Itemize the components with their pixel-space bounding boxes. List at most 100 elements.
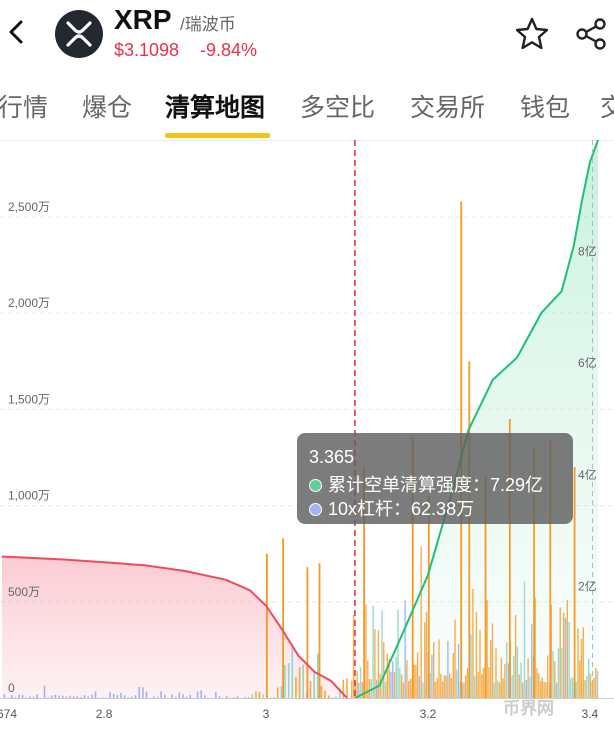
star-icon[interactable] <box>514 16 550 52</box>
liquidation-bar <box>450 678 453 698</box>
liquidation-bar <box>196 691 199 698</box>
liquidation-bar <box>185 696 188 698</box>
liquidation-bar <box>397 609 399 698</box>
liquidation-bar <box>408 681 410 698</box>
liquidation-bar <box>415 664 417 698</box>
tooltip-row-short: 累计空单清算强度：7.29亿 <box>309 471 543 497</box>
liquidation-bar <box>495 648 497 698</box>
liquidation-bar <box>134 695 137 698</box>
liquidation-bar <box>593 677 595 698</box>
tab-liquidations[interactable]: 爆仓 <box>82 88 132 124</box>
y-axis-right-tick: 6亿 <box>578 355 597 370</box>
liquidation-bar <box>142 687 144 698</box>
liquidation-bar <box>470 634 472 698</box>
liquidation-bar <box>571 677 574 698</box>
liquidation-spike-bar <box>266 553 268 698</box>
liquidation-bar <box>83 695 86 698</box>
liquidation-bar <box>566 600 568 698</box>
liquidation-bar <box>284 665 286 698</box>
price-change: -9.84% <box>200 40 258 60</box>
liquidation-bar <box>434 681 437 698</box>
liquidation-bar <box>65 696 68 698</box>
liquidation-bar <box>504 664 506 698</box>
liquidation-bar <box>399 668 401 698</box>
chart-tooltip: 3.365 累计空单清算强度：7.29亿 10x杠杆：62.38万 <box>297 433 573 524</box>
tab-exchanges[interactable]: 交易所 <box>410 88 485 124</box>
share-icon[interactable] <box>573 16 609 52</box>
liquidation-bar <box>413 664 415 698</box>
liquidation-bar <box>320 685 323 698</box>
liquidation-bar <box>472 588 474 698</box>
liquidation-bar <box>87 696 89 698</box>
liquidation-bar <box>404 600 406 698</box>
liquidation-bar <box>431 654 433 698</box>
liquidation-bar <box>3 694 6 698</box>
liquidation-bar <box>416 652 419 698</box>
liquidation-bar <box>72 696 75 698</box>
tab-trading-partial[interactable]: 交 <box>600 88 614 124</box>
liquidation-bar <box>491 623 494 698</box>
liquidation-bar <box>392 661 394 698</box>
liquidation-bar <box>473 676 476 698</box>
liquidation-bar <box>440 673 442 698</box>
liquidation-bar <box>178 692 181 698</box>
liquidation-bar <box>445 675 447 698</box>
liquidation-bar <box>531 624 533 698</box>
liquidation-bar <box>395 657 397 698</box>
liquidation-bar <box>381 610 383 698</box>
x-axis-tick: 3.4 <box>582 707 599 721</box>
liquidation-bar <box>182 694 184 698</box>
liquidation-bar <box>102 697 104 698</box>
liquidation-bar <box>218 696 221 698</box>
liquidation-bar <box>433 642 435 698</box>
liquidation-bar <box>500 657 503 698</box>
y-axis-left-tick: 2,000万 <box>8 296 50 310</box>
liquidation-bar <box>280 686 283 698</box>
tooltip-row-leverage: 10x杠杆：62.38万 <box>309 495 474 521</box>
tab-wallets[interactable]: 钱包 <box>520 88 570 124</box>
liquidation-bar <box>486 600 488 698</box>
liquidation-bar <box>438 639 440 698</box>
liquidation-bar <box>276 687 279 698</box>
liquidation-bar <box>406 660 408 698</box>
liquidation-bar <box>393 672 396 698</box>
liquidation-bar <box>331 697 334 698</box>
liquidation-spike-bar <box>573 467 576 698</box>
liquidation-bar <box>520 662 522 698</box>
y-axis-right-tick: 4亿 <box>578 467 597 482</box>
liquidation-bar <box>269 697 272 698</box>
liquidation-bar <box>287 663 290 698</box>
liquidation-bar <box>497 680 499 698</box>
liquidation-bar <box>94 691 97 698</box>
liquidation-bar <box>490 640 492 698</box>
liquidation-bar <box>171 694 173 698</box>
liquidation-bar <box>425 611 428 698</box>
liquidation-bar <box>10 695 13 698</box>
liquidation-bar <box>247 697 250 698</box>
liquidation-bar <box>18 694 20 698</box>
liquidation-bar <box>351 680 353 698</box>
liquidation-bar <box>596 670 599 698</box>
liquidation-bar <box>457 644 460 698</box>
tab-long-short-ratio[interactable]: 多空比 <box>300 88 375 124</box>
liquidation-bar <box>482 667 485 698</box>
liquidation-bar <box>447 641 449 698</box>
liquidation-bar <box>584 680 586 698</box>
liquidation-bar <box>454 619 456 698</box>
liquidation-bar <box>32 696 35 698</box>
liquidation-bar <box>465 675 467 698</box>
liquidation-bar <box>204 695 206 698</box>
liquidation-bar <box>262 694 264 698</box>
tab-market[interactable]: 行情 <box>0 88 48 124</box>
liquidation-bar <box>302 664 304 698</box>
liquidation-bar <box>273 697 275 698</box>
liquidation-bar <box>313 671 315 698</box>
liquidation-bar <box>420 546 422 698</box>
liquidation-bar <box>368 679 371 698</box>
tab-liquidation-map[interactable]: 清算地图 <box>165 88 265 124</box>
liquidation-bar <box>443 675 446 698</box>
liquidation-bar <box>131 696 133 698</box>
liquidation-bar <box>116 695 119 698</box>
liquidation-bar <box>69 695 71 698</box>
back-arrow-icon[interactable] <box>4 14 28 50</box>
